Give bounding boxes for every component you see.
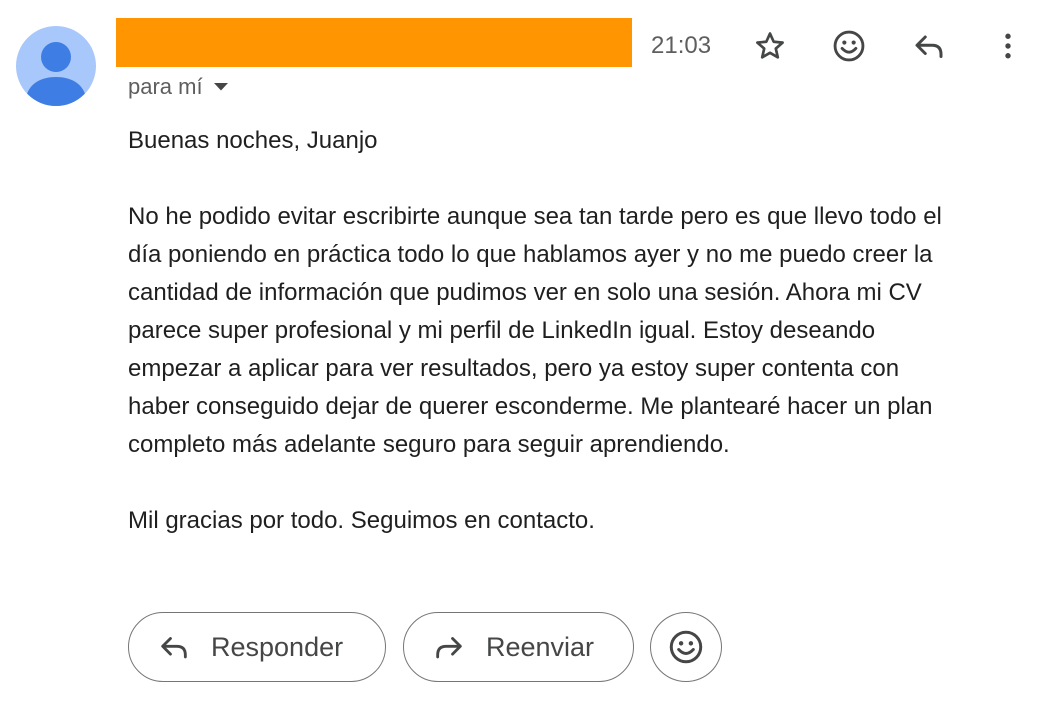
recipient-label: para mí [128, 74, 203, 99]
body-line: haber conseguido dejar de querer esconde… [128, 393, 933, 420]
caret-down-icon [213, 82, 229, 92]
emoji-icon [833, 30, 865, 62]
add-reaction-button[interactable] [827, 24, 871, 68]
sender-name-redacted [116, 18, 632, 67]
body-line: empezar a aplicar para ver resultados, p… [128, 355, 900, 382]
reply-icon [915, 35, 943, 58]
more-options-button[interactable] [986, 24, 1030, 68]
body-line: día poniendo en práctica todo lo que hab… [128, 241, 933, 268]
forward-pill-button[interactable]: Reenviar [403, 612, 634, 682]
body-line: completo más adelante seguro para seguir… [128, 431, 730, 458]
forward-pill-label: Reenviar [486, 631, 595, 662]
body-line: cantidad de información que pudimos ver … [128, 279, 922, 306]
person-icon [25, 42, 87, 106]
reply-icon [157, 630, 191, 664]
body-line: No he podido evitar escribirte aunque se… [128, 203, 942, 230]
emoji-reaction-pill-button[interactable] [650, 612, 722, 682]
email-closing: Mil gracias por todo. Seguimos en contac… [128, 507, 595, 534]
email-greeting: Buenas noches, Juanjo [128, 127, 378, 154]
message-time: 21:03 [651, 32, 712, 59]
recipient-details-toggle[interactable]: para mí [128, 73, 229, 101]
star-button[interactable] [748, 24, 792, 68]
star-icon [756, 32, 784, 59]
emoji-icon [669, 630, 703, 664]
sender-avatar[interactable] [16, 26, 96, 106]
body-line: parece super profesional y mi perfil de … [128, 317, 876, 344]
email-paragraph: No he podido evitar escribirte aunque se… [128, 198, 1028, 464]
reply-pill-label: Responder [211, 631, 344, 662]
more-vert-icon [1005, 33, 1011, 59]
reply-pill-button[interactable]: Responder [128, 612, 386, 682]
forward-icon [432, 630, 466, 664]
email-body: Buenas noches, Juanjo No he podido evita… [128, 122, 1028, 540]
reply-button[interactable] [907, 24, 951, 68]
